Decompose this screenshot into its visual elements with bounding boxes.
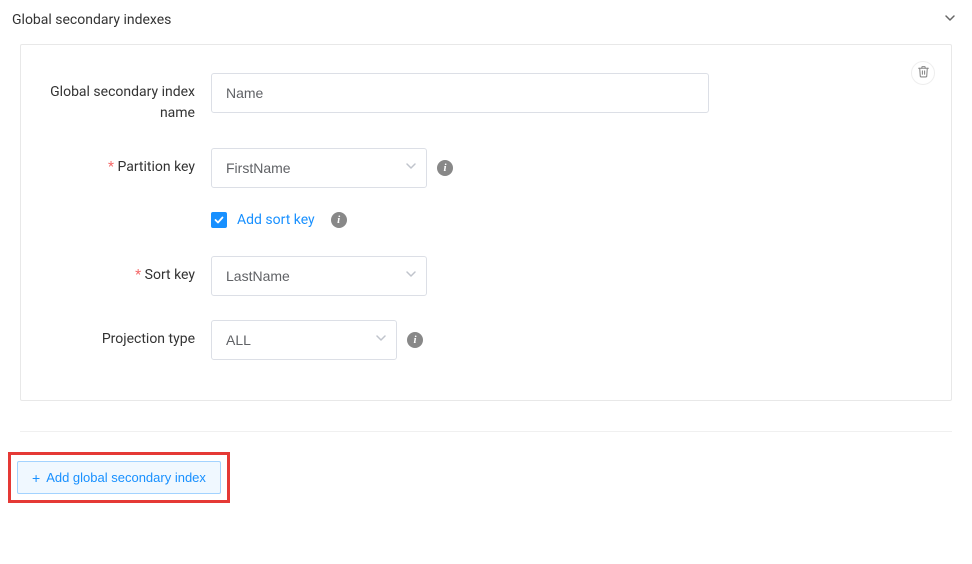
index-panel: Global secondary index name Partition ke… bbox=[20, 44, 952, 401]
add-index-label: Add global secondary index bbox=[46, 470, 206, 485]
add-global-secondary-index-button[interactable]: + Add global secondary index bbox=[17, 461, 221, 494]
partition-key-select[interactable] bbox=[211, 148, 427, 188]
row-sort-key: Sort key bbox=[41, 256, 931, 296]
section-title: Global secondary indexes bbox=[12, 12, 171, 28]
trash-icon bbox=[917, 65, 930, 82]
projection-type-select[interactable] bbox=[211, 320, 397, 360]
info-icon[interactable]: i bbox=[407, 332, 423, 348]
bottom-area: + Add global secondary index bbox=[20, 431, 952, 503]
label-sort-key: Sort key bbox=[41, 256, 211, 286]
delete-index-button[interactable] bbox=[911, 61, 935, 85]
plus-icon: + bbox=[32, 471, 40, 485]
section-header[interactable]: Global secondary indexes bbox=[0, 0, 972, 44]
index-name-input[interactable] bbox=[211, 73, 709, 113]
sort-key-group bbox=[211, 256, 427, 296]
info-icon[interactable]: i bbox=[437, 160, 453, 176]
add-sort-key-label[interactable]: Add sort key bbox=[237, 212, 315, 228]
info-icon[interactable]: i bbox=[331, 212, 347, 228]
chevron-down-icon bbox=[944, 12, 956, 28]
sort-key-value[interactable] bbox=[211, 256, 427, 296]
row-projection-type: Projection type i bbox=[41, 320, 931, 360]
label-partition-key: Partition key bbox=[41, 148, 211, 178]
add-sort-key-checkbox[interactable] bbox=[211, 212, 227, 228]
row-index-name: Global secondary index name bbox=[41, 73, 931, 124]
partition-key-value[interactable] bbox=[211, 148, 427, 188]
highlight-frame: + Add global secondary index bbox=[8, 452, 230, 503]
projection-type-group: i bbox=[211, 320, 423, 360]
label-projection-type: Projection type bbox=[41, 320, 211, 350]
sort-key-select[interactable] bbox=[211, 256, 427, 296]
label-index-name: Global secondary index name bbox=[41, 73, 211, 124]
row-add-sort-key: Add sort key i bbox=[211, 212, 931, 228]
row-partition-key: Partition key i bbox=[41, 148, 931, 188]
partition-key-group: i bbox=[211, 148, 453, 188]
projection-type-value[interactable] bbox=[211, 320, 397, 360]
